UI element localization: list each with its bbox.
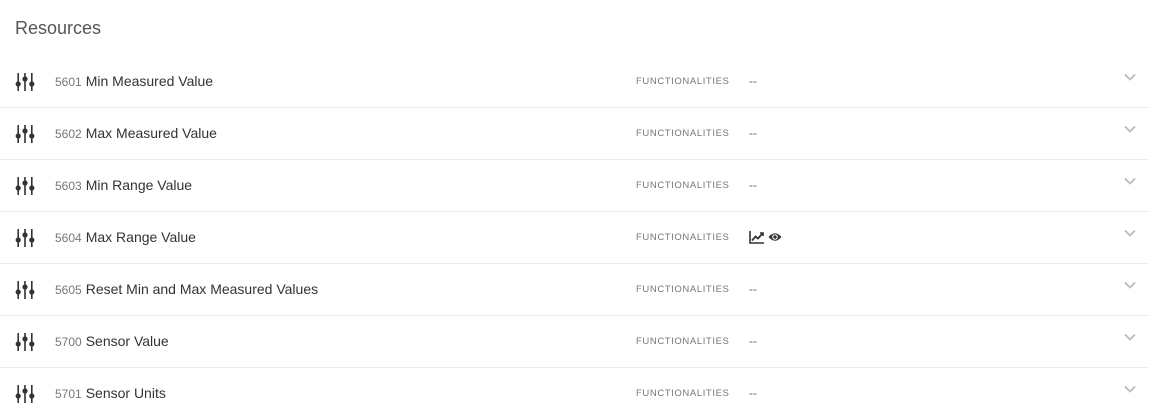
- resource-row-5604[interactable]: 5604 Max Range Value FUNCTIONALITIES: [0, 212, 1149, 264]
- resource-title: 5601 Min Measured Value: [55, 72, 213, 91]
- functionalities-value: --: [749, 74, 757, 88]
- functionalities-label: FUNCTIONALITIES: [636, 336, 730, 347]
- resource-name: Sensor Value: [85, 333, 169, 349]
- resource-id: 5701: [55, 387, 82, 401]
- sliders-icon: [15, 228, 35, 248]
- eye-icon[interactable]: [768, 231, 782, 243]
- resource-id: 5602: [55, 127, 82, 141]
- chart-line-icon[interactable]: [749, 230, 765, 244]
- resource-id: 5601: [55, 75, 82, 89]
- resource-row-5700[interactable]: 5700 Sensor Value FUNCTIONALITIES --: [0, 316, 1149, 368]
- resource-id: 5604: [55, 231, 82, 245]
- functionalities-value: --: [749, 386, 757, 400]
- chevron-down-icon[interactable]: [1123, 70, 1137, 84]
- sliders-icon: [15, 124, 35, 144]
- functionalities-value: --: [749, 334, 757, 348]
- section-title: Resources: [15, 18, 102, 38]
- sliders-icon: [15, 280, 35, 300]
- resource-title: 5603 Min Range Value: [55, 176, 192, 195]
- chevron-down-icon[interactable]: [1123, 382, 1137, 396]
- functionalities-value: --: [749, 126, 757, 140]
- functionalities-label: FUNCTIONALITIES: [636, 284, 730, 295]
- resource-title: 5605 Reset Min and Max Measured Values: [55, 280, 318, 299]
- resource-name: Reset Min and Max Measured Values: [85, 281, 319, 297]
- resource-title: 5700 Sensor Value: [55, 332, 169, 351]
- resource-title: 5602 Max Measured Value: [55, 124, 217, 143]
- resource-title: 5604 Max Range Value: [55, 228, 196, 247]
- resource-name: Max Measured Value: [85, 125, 217, 141]
- resource-name: Min Range Value: [85, 177, 193, 193]
- functionalities-value: --: [749, 178, 757, 192]
- resource-title: 5701 Sensor Units: [55, 384, 166, 403]
- resource-row-5603[interactable]: 5603 Min Range Value FUNCTIONALITIES --: [0, 160, 1149, 212]
- resource-id: 5603: [55, 179, 82, 193]
- chevron-down-icon[interactable]: [1123, 330, 1137, 344]
- resource-id: 5605: [55, 283, 82, 297]
- functionalities-label: FUNCTIONALITIES: [636, 180, 730, 191]
- chevron-down-icon[interactable]: [1123, 122, 1137, 136]
- resource-name: Sensor Units: [85, 385, 166, 401]
- functionalities-label: FUNCTIONALITIES: [636, 388, 730, 399]
- resource-row-5605[interactable]: 5605 Reset Min and Max Measured Values FU…: [0, 264, 1149, 316]
- resource-list: 5601 Min Measured Value FUNCTIONALITIES -…: [0, 56, 1149, 415]
- resource-row-5602[interactable]: 5602 Max Measured Value FUNCTIONALITIES -…: [0, 108, 1149, 160]
- sliders-icon: [15, 176, 35, 196]
- chevron-down-icon[interactable]: [1123, 278, 1137, 292]
- resource-row-5601[interactable]: 5601 Min Measured Value FUNCTIONALITIES -…: [0, 56, 1149, 108]
- sliders-icon: [15, 384, 35, 404]
- resource-row-5701[interactable]: 5701 Sensor Units FUNCTIONALITIES --: [0, 368, 1149, 415]
- functionalities-label: FUNCTIONALITIES: [636, 232, 730, 243]
- sliders-icon: [15, 72, 35, 92]
- resource-name: Max Range Value: [85, 229, 196, 245]
- functionalities-label: FUNCTIONALITIES: [636, 128, 730, 139]
- resources-panel: Resources 5601 Min Measured Value FUNCTIO…: [0, 0, 1149, 415]
- functionalities-icons: [749, 229, 782, 245]
- resource-id: 5700: [55, 335, 82, 349]
- functionalities-label: FUNCTIONALITIES: [636, 76, 730, 87]
- chevron-down-icon[interactable]: [1123, 226, 1137, 240]
- resource-name: Min Measured Value: [85, 73, 214, 89]
- sliders-icon: [15, 332, 35, 352]
- functionalities-value: --: [749, 282, 757, 296]
- chevron-down-icon[interactable]: [1123, 174, 1137, 188]
